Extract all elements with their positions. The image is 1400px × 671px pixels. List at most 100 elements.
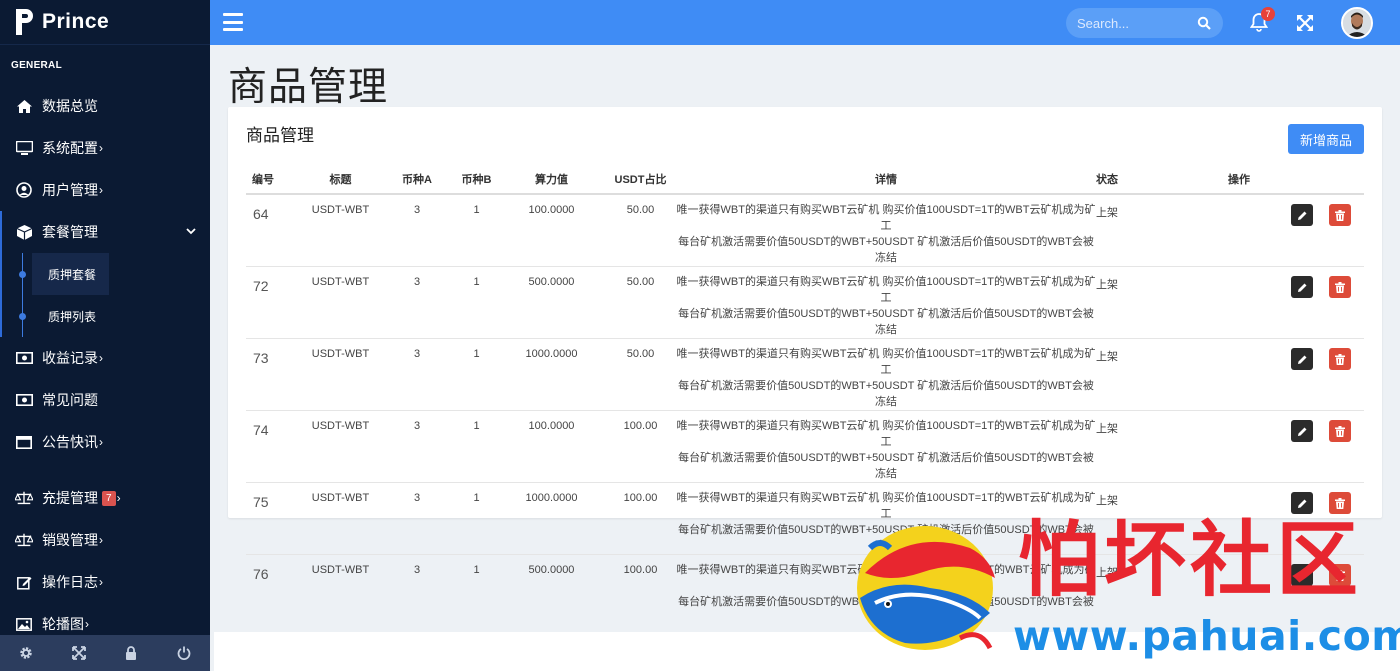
table-row: 64 USDT-WBT 3 1 100.0000 50.00 唯一获得WBT的渠道只有购买W… — [246, 194, 1364, 267]
delete-button[interactable] — [1329, 276, 1351, 298]
edit-button[interactable] — [1291, 420, 1313, 442]
column-header-coin-b[interactable]: 币种B — [455, 165, 498, 195]
cell-title: USDT-WBT — [311, 564, 370, 576]
sidebar: Prince GENERAL 数据总览 系统配置 › 用户管理 › 套餐管理 质… — [0, 0, 210, 671]
cell-usdt-ratio: 50.00 — [605, 338, 676, 411]
table-header-row: 编号 标题 币种A 币种B 算力值 USDT占比 详情 状态 操作 — [246, 165, 1364, 195]
cell-power: 100.0000 — [498, 194, 605, 267]
sidebar-subitem-pledge-package[interactable]: 质押套餐 — [2, 253, 210, 295]
trash-icon — [1335, 281, 1345, 293]
cell-title: USDT-WBT — [302, 482, 379, 555]
detail-line: 唯一获得WBT的渠道只有购买WBT云矿机 购买价值100USDT=1T的WBT云… — [676, 348, 1096, 376]
search-icon[interactable] — [1197, 16, 1211, 35]
delete-button[interactable] — [1329, 348, 1351, 370]
cell-id: 74 — [246, 410, 302, 483]
brand[interactable]: Prince — [0, 0, 210, 45]
column-header-detail[interactable]: 详情 — [676, 165, 1096, 195]
sidebar-subitem-pledge-list[interactable]: 质押列表 — [2, 295, 210, 337]
cell-coin-a: 3 — [379, 266, 455, 339]
cell-power: 500.0000 — [498, 266, 605, 339]
lock-button[interactable] — [105, 635, 158, 671]
window-icon — [15, 434, 33, 450]
search-box — [1066, 8, 1223, 38]
sidebar-item-label: 轮播图 — [42, 616, 84, 632]
sidebar-item-announcements[interactable]: 公告快讯 › — [0, 421, 210, 463]
logout-button[interactable] — [158, 635, 211, 671]
chevron-down-icon — [186, 227, 196, 238]
chevron-right-icon: › — [99, 183, 103, 197]
delete-button[interactable] — [1329, 204, 1351, 226]
sidebar-item-system-config[interactable]: 系统配置 › — [0, 127, 210, 169]
page-title: 商品管理 — [228, 66, 389, 109]
edit-button[interactable] — [1291, 492, 1313, 514]
cell-usdt-ratio: 100.00 — [623, 564, 658, 576]
sidebar-item-destruction[interactable]: 销毁管理 › — [0, 519, 210, 561]
user-avatar[interactable] — [1341, 7, 1373, 39]
column-header-id[interactable]: 编号 — [246, 165, 302, 195]
cell-coin-b: 1 — [455, 338, 498, 411]
sidebar-item-label: 套餐管理 — [42, 224, 98, 240]
notification-count-badge: 7 — [1261, 7, 1275, 21]
pencil-icon — [1297, 427, 1306, 436]
sidebar-subitem-label: 质押列表 — [48, 309, 97, 324]
sidebar-item-user-management[interactable]: 用户管理 › — [0, 169, 210, 211]
cell-power: 100.0000 — [498, 410, 605, 483]
cell-status: 上架 — [1096, 194, 1206, 267]
column-header-coin-a[interactable]: 币种A — [379, 165, 455, 195]
sidebar-item-operation-log[interactable]: 操作日志 › — [0, 561, 210, 603]
pencil-icon — [1297, 211, 1306, 220]
cell-coin-b: 1 — [455, 482, 498, 555]
column-header-usdt-ratio[interactable]: USDT占比 — [605, 165, 676, 195]
sidebar-item-earnings[interactable]: 收益记录 › — [0, 337, 210, 379]
submenu: 质押套餐 质押列表 — [0, 253, 210, 337]
sidebar-item-faq[interactable]: 常见问题 — [0, 379, 210, 421]
sidebar-item-label: 操作日志 — [42, 574, 98, 590]
column-header-status[interactable]: 状态 — [1096, 165, 1206, 195]
menu-toggle-icon[interactable] — [223, 13, 243, 31]
gear-icon — [20, 647, 32, 659]
bullet-dot-icon — [19, 270, 26, 278]
money-icon — [15, 350, 33, 366]
cell-actions — [1206, 410, 1364, 483]
cell-coin-b: 1 — [455, 266, 498, 339]
detail-line: 每台矿机激活需要价值50USDT的WBT+50USDT 矿机激活后价值50USD… — [678, 380, 1094, 408]
watermark-title: 怕坏社区 — [1018, 513, 1363, 608]
cube-icon — [15, 224, 33, 240]
cell-id: 72 — [246, 266, 302, 339]
cell-coin-b: 1 — [455, 410, 498, 483]
cell-id: 75 — [246, 482, 302, 555]
notifications-button[interactable]: 7 — [1249, 7, 1275, 37]
chevron-right-icon: › — [116, 491, 121, 505]
cell-title: USDT-WBT — [302, 194, 379, 267]
delete-button[interactable] — [1329, 420, 1351, 442]
cell-actions — [1206, 266, 1364, 339]
section-label: GENERAL — [11, 60, 62, 71]
column-header-title[interactable]: 标题 — [302, 165, 379, 195]
column-header-power[interactable]: 算力值 — [498, 165, 605, 195]
delete-button[interactable] — [1329, 492, 1351, 514]
sidebar-item-deposit-withdraw[interactable]: 充提管理 7 › — [0, 477, 210, 519]
edit-button[interactable] — [1291, 276, 1313, 298]
search-input[interactable] — [1077, 15, 1192, 31]
cell-coin-b: 1 — [473, 564, 480, 576]
watermark-url: www.pahuai.com — [1013, 612, 1400, 660]
cell-coin-a: 3 — [413, 564, 421, 576]
cell-status: 上架 — [1096, 266, 1206, 339]
sidebar-item-label: 常见问题 — [42, 392, 98, 408]
bullet-dot-icon — [19, 312, 26, 320]
products-panel: 商品管理 新增商品 编号 标题 币种A 币种B 算力值 USDT占比 详情 状态… — [228, 107, 1382, 624]
sidebar-item-dashboard[interactable]: 数据总览 — [0, 85, 210, 127]
balance-scale-icon — [15, 532, 33, 548]
edit-button[interactable] — [1291, 204, 1313, 226]
cell-status: 上架 — [1096, 338, 1206, 411]
cell-coin-a: 3 — [379, 194, 455, 267]
cell-usdt-ratio: 100.00 — [605, 482, 676, 555]
sidebar-item-package-management[interactable]: 套餐管理 — [0, 211, 210, 253]
fullscreen-button[interactable] — [1296, 14, 1314, 37]
chevron-right-icon: › — [99, 141, 103, 155]
trash-icon — [1335, 425, 1345, 437]
add-product-button[interactable]: 新增商品 — [1288, 124, 1364, 154]
edit-button[interactable] — [1291, 348, 1313, 370]
settings-button[interactable] — [0, 635, 53, 671]
fullscreen-footer-button[interactable] — [53, 635, 106, 671]
